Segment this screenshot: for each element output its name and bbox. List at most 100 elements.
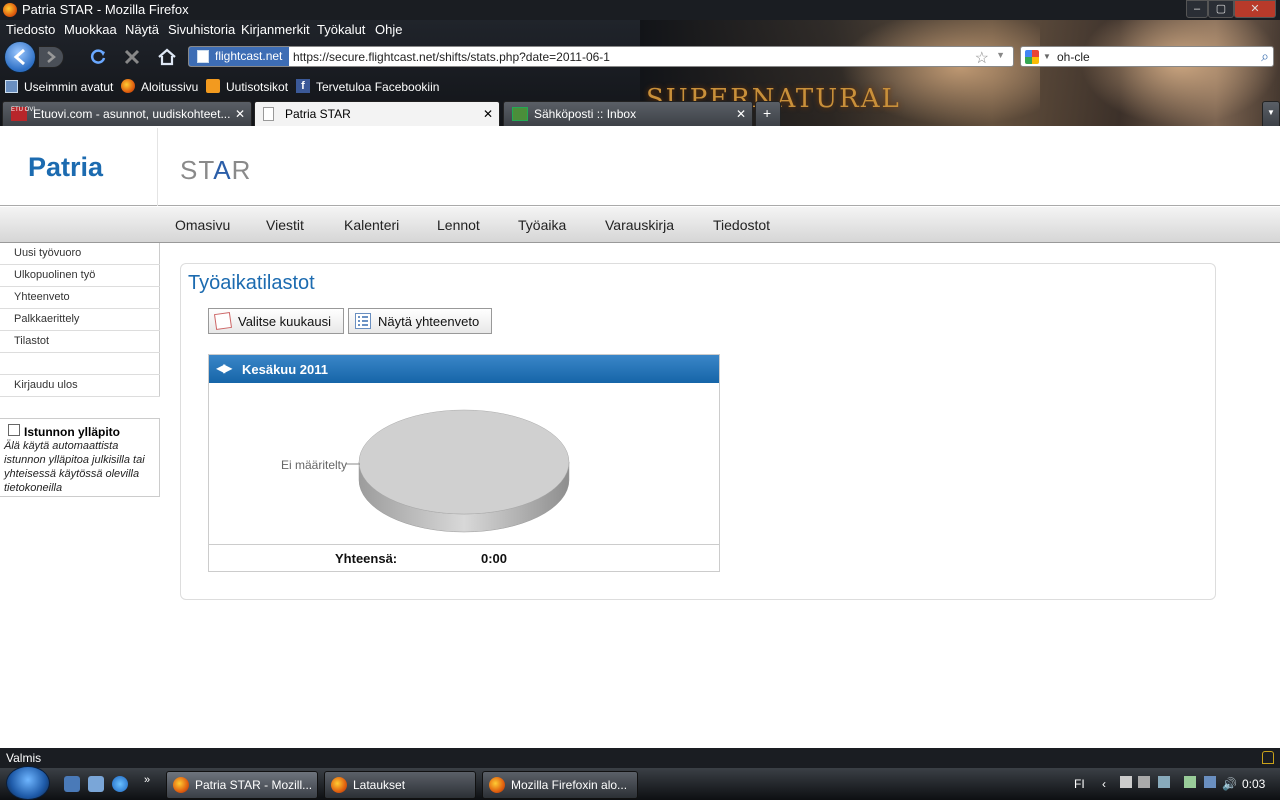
search-go-icon[interactable]: ⌕ (1261, 48, 1269, 65)
nav-varauskirja[interactable]: Varauskirja (605, 217, 674, 233)
close-tab-icon[interactable]: ✕ (736, 107, 746, 121)
new-tab-button[interactable]: + (755, 101, 781, 126)
patria-logo[interactable]: Patria (28, 152, 103, 183)
firefox-icon (3, 3, 17, 17)
address-bar[interactable]: flightcast.net https://secure.flightcast… (188, 46, 1014, 67)
back-button[interactable] (4, 41, 36, 73)
network-icon[interactable] (1204, 776, 1216, 788)
search-bar[interactable]: ▼ oh-cle ⌕ (1020, 46, 1274, 67)
bookmark-news-headlines[interactable]: Uutisotsikot (226, 80, 288, 94)
menu-file[interactable]: Tiedosto (6, 22, 55, 37)
search-input[interactable]: oh-cle (1057, 50, 1090, 64)
tray-expand-icon[interactable]: ‹ (1102, 777, 1106, 791)
language-indicator[interactable]: FI (1074, 777, 1085, 791)
tray-app-icon[interactable] (1138, 776, 1150, 788)
session-keepalive-box: Istunnon ylläpito Älä käytä automaattist… (0, 418, 160, 497)
show-summary-button[interactable]: Näytä yhteenveto (348, 308, 492, 334)
webmail-favicon (512, 107, 528, 121)
close-window-button[interactable]: ✕ (1234, 0, 1276, 18)
internet-explorer-icon[interactable] (112, 776, 128, 792)
close-tab-icon[interactable]: ✕ (483, 107, 493, 121)
menu-view[interactable]: Näytä (125, 22, 159, 37)
tray-app-icon[interactable] (1184, 776, 1196, 788)
minimize-button[interactable]: – (1186, 0, 1208, 18)
nav-tiedostot[interactable]: Tiedostot (713, 217, 770, 233)
site-identity-button[interactable]: flightcast.net (189, 47, 289, 66)
menu-edit[interactable]: Muokkaa (64, 22, 117, 37)
nav-viestit[interactable]: Viestit (266, 217, 304, 233)
bookmark-start-page[interactable]: Aloitussivu (141, 80, 198, 94)
taskbar-item-firefox-patria[interactable]: Patria STAR - Mozill... (166, 771, 318, 799)
stop-icon[interactable] (122, 47, 142, 67)
tab-etuovi[interactable]: ETU OVI Etuovi.com - asunnot, uudiskohte… (2, 101, 252, 126)
tab-patria-star[interactable]: Patria STAR ✕ (254, 101, 500, 126)
most-visited-icon (5, 80, 18, 93)
month-nav-arrows-icon[interactable]: ◀▶ (216, 361, 233, 375)
close-tab-icon[interactable]: ✕ (235, 107, 245, 121)
main-navigation: Omasivu Viestit Kalenteri Lennot Työaika… (0, 207, 1280, 243)
bookmark-most-visited[interactable]: Useimmin avatut (24, 80, 113, 94)
menu-bookmarks[interactable]: Kirjanmerkit (241, 22, 310, 37)
quicklaunch-overflow-icon[interactable]: » (144, 774, 150, 786)
google-search-engine-icon[interactable] (1025, 50, 1039, 64)
nav-omasivu[interactable]: Omasivu (175, 217, 230, 233)
sidebar-item-external-work[interactable]: Ulkopuolinen työ (0, 265, 160, 287)
clock[interactable]: 0:03 (1242, 777, 1265, 791)
show-desktop-icon[interactable] (64, 776, 80, 792)
session-keepalive-label[interactable]: Istunnon ylläpito (24, 425, 120, 439)
tab-label: Etuovi.com - asunnot, uudiskohteet... (33, 107, 231, 121)
start-button[interactable] (6, 766, 50, 800)
page-icon (197, 50, 209, 63)
tray-app-icon[interactable] (1120, 776, 1132, 788)
firefox-icon (489, 777, 505, 793)
tray-app-icon[interactable] (1158, 776, 1170, 788)
maximize-button[interactable]: ▢ (1208, 0, 1234, 18)
nav-tyoaika[interactable]: Työaika (518, 217, 566, 233)
choose-month-label: Valitse kuukausi (238, 314, 331, 329)
bookmark-star-icon[interactable]: ☆ (975, 48, 989, 68)
list-icon (355, 313, 371, 329)
padlock-icon[interactable] (1262, 751, 1274, 764)
home-icon[interactable] (156, 46, 178, 68)
menu-help[interactable]: Ohje (375, 22, 402, 37)
firefox-icon (121, 79, 135, 93)
url-text[interactable]: https://secure.flightcast.net/shifts/sta… (293, 50, 610, 64)
sidebar-item-logout[interactable]: Kirjaudu ulos (0, 375, 160, 397)
nav-kalenteri[interactable]: Kalenteri (344, 217, 399, 233)
sidebar-item-summary[interactable]: Yhteenveto (0, 287, 160, 309)
pie-slice-label: Ei määritelty (281, 458, 348, 472)
volume-icon[interactable]: 🔊 (1222, 777, 1237, 791)
page-title: Työaikatilastot (188, 272, 315, 294)
tab-label: Sähköposti :: Inbox (534, 107, 637, 121)
engine-dropdown-icon[interactable]: ▼ (1043, 52, 1051, 61)
switch-windows-icon[interactable] (88, 776, 104, 792)
total-label: Yhteensä: (335, 551, 398, 566)
sidebar-spacer (0, 353, 160, 375)
status-text: Valmis (6, 751, 42, 765)
nav-lennot[interactable]: Lennot (437, 217, 480, 233)
pie-slice (358, 409, 570, 515)
taskbar-item-firefox-start[interactable]: Mozilla Firefoxin alo... (482, 771, 638, 799)
sidebar-item-statistics[interactable]: Tilastot (0, 331, 160, 353)
taskbar-item-label: Patria STAR - Mozill... (195, 778, 313, 792)
header-divider (157, 128, 158, 206)
bookmark-facebook[interactable]: Tervetuloa Facebookiin (316, 80, 439, 94)
menu-tools[interactable]: Työkalut (317, 22, 365, 37)
panel-footer (209, 544, 719, 571)
window-titlebar: Patria STAR - Mozilla Firefox – ▢ ✕ (0, 0, 1280, 20)
sidebar-item-payslip[interactable]: Palkkaerittely (0, 309, 160, 331)
forward-button[interactable] (38, 46, 64, 68)
panel-title: Kesäkuu 2011 (209, 355, 719, 383)
firefox-icon (331, 777, 347, 793)
show-summary-label: Näytä yhteenveto (378, 314, 480, 329)
sidebar-item-new-shift[interactable]: Uusi työvuoro (0, 243, 160, 265)
menu-history[interactable]: Sivuhistoria (168, 22, 235, 37)
list-all-tabs-button[interactable]: ▼ (1262, 101, 1280, 126)
tab-email-inbox[interactable]: Sähköposti :: Inbox ✕ (503, 101, 753, 126)
session-keepalive-checkbox[interactable] (8, 424, 20, 436)
choose-month-button[interactable]: Valitse kuukausi (208, 308, 344, 334)
star-logo-accent: A (213, 155, 232, 185)
url-dropdown-icon[interactable]: ▼ (996, 50, 1005, 60)
taskbar-item-downloads[interactable]: Lataukset (324, 771, 476, 799)
reload-icon[interactable] (88, 47, 108, 67)
